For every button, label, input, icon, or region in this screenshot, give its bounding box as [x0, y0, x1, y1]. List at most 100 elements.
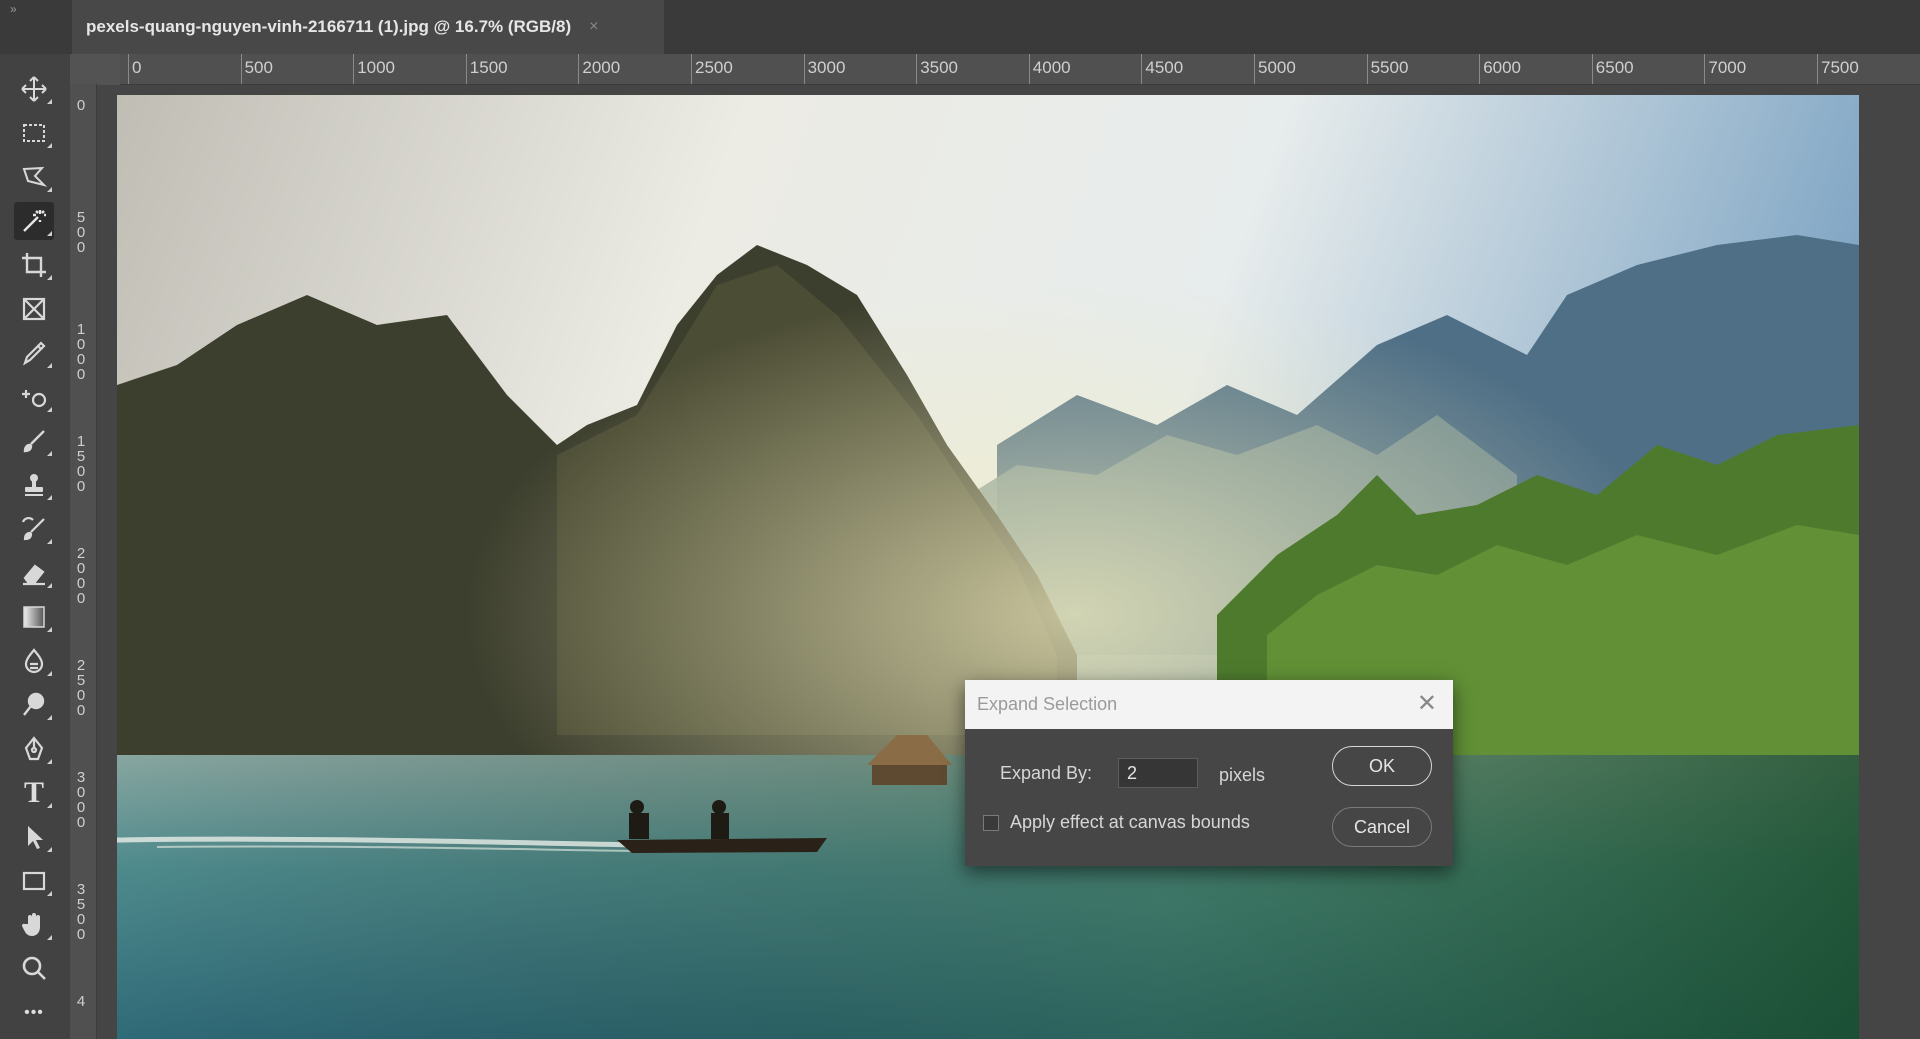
frame-icon	[22, 297, 46, 321]
dodge-tool[interactable]	[14, 686, 54, 724]
ruler-label: 500	[244, 58, 273, 77]
unit-label: pixels	[1219, 765, 1266, 785]
pen-icon	[24, 736, 44, 761]
ruler-label: 500	[76, 209, 86, 256]
stamp-icon	[25, 474, 43, 496]
gradient-tool[interactable]	[14, 598, 54, 636]
ruler-label: 7000	[1708, 58, 1747, 77]
hand-icon	[21, 913, 40, 936]
frame-tool[interactable]	[14, 290, 54, 328]
ruler-tick	[1817, 54, 1818, 84]
ruler-tick	[1591, 54, 1593, 84]
crop-icon	[22, 253, 46, 277]
magic-wand-icon	[23, 210, 46, 232]
tools-panel: T •••	[0, 54, 70, 1039]
ruler-label: 1500	[76, 433, 86, 495]
collapse-panel-icon[interactable]: »	[10, 2, 17, 16]
dodge-icon	[23, 692, 45, 716]
rectangle-tool[interactable]	[14, 862, 54, 900]
canvas-area[interactable]	[97, 85, 1920, 1039]
ruler-tick	[465, 54, 467, 84]
horizontal-ruler[interactable]: 0 500 1000 1500 2000 2500 3000 3500 4000 4500 5000…	[120, 54, 1920, 85]
ruler-tick	[1028, 54, 1030, 84]
ruler-label: 4000	[1032, 58, 1071, 77]
type-tool[interactable]: T	[14, 774, 54, 812]
edit-toolbar-button[interactable]: •••	[14, 994, 54, 1032]
ruler-tick	[1704, 54, 1706, 84]
ruler-tick	[240, 54, 242, 84]
close-tab-icon[interactable]: ×	[589, 18, 598, 36]
ruler-tick	[353, 54, 355, 84]
path-selection-tool[interactable]	[14, 818, 54, 856]
pen-tool[interactable]	[14, 730, 54, 768]
ruler-label: 5000	[1258, 58, 1296, 77]
type-icon: T	[23, 776, 44, 809]
ruler-label: 2000	[76, 545, 86, 607]
expand-by-label: Expand By:	[1000, 763, 1093, 783]
document-tab[interactable]: pexels-quang-nguyen-vinh-2166711 (1).jpg…	[72, 0, 664, 54]
blur-tool[interactable]	[14, 642, 54, 680]
more-icon: •••	[24, 1004, 44, 1021]
canvas-bounds-label[interactable]: Apply effect at canvas bounds	[1010, 812, 1250, 833]
crop-tool[interactable]	[14, 246, 54, 284]
history-brush-icon	[21, 517, 45, 541]
document-tab-bar: » pexels-quang-nguyen-vinh-2166711 (1).j…	[0, 0, 1920, 54]
ruler-label: 1000	[76, 321, 86, 383]
vertical-ruler[interactable]: 0 500 1000 1500 2000 2500 3000 3500 4	[70, 84, 97, 1039]
ruler-tick	[128, 54, 129, 84]
eraser-icon	[23, 564, 45, 586]
ruler-label: 6500	[1595, 58, 1634, 77]
brush-tool[interactable]	[14, 422, 54, 460]
blur-icon	[24, 648, 44, 674]
ruler-tick	[916, 54, 918, 84]
ruler-label: 2500	[695, 58, 733, 77]
ruler-label: 2500	[76, 657, 86, 719]
ruler-label: 3500	[76, 881, 86, 943]
rectangular-marquee-tool[interactable]	[14, 114, 54, 152]
zoom-tool[interactable]	[14, 950, 54, 988]
ruler-tick	[1366, 54, 1368, 84]
ruler-label: 4	[76, 993, 86, 1010]
ruler-label: 4500	[1145, 58, 1184, 77]
ruler-label: 5500	[1370, 58, 1409, 77]
arrow-icon	[28, 826, 43, 849]
expand-selection-dialog: Expand Selection ✕ Expand By: pixels App…	[965, 680, 1453, 866]
ruler-label: 0	[76, 97, 86, 114]
canvas-bounds-checkbox[interactable]	[983, 815, 999, 831]
ruler-label: 1000	[357, 58, 396, 77]
marquee-icon	[23, 124, 45, 142]
dialog-title: Expand Selection	[977, 694, 1118, 714]
hand-tool[interactable]	[14, 906, 54, 944]
eraser-tool[interactable]	[14, 554, 54, 592]
dialog-titlebar[interactable]: Expand Selection ✕	[965, 680, 1453, 729]
document-tab-title: pexels-quang-nguyen-vinh-2166711 (1).jpg…	[86, 17, 572, 36]
history-brush-tool[interactable]	[14, 510, 54, 548]
ruler-tick	[1141, 54, 1143, 84]
ruler-label: 1500	[469, 58, 508, 77]
move-icon	[21, 76, 47, 102]
document-image	[117, 95, 1859, 1039]
cancel-button[interactable]: Cancel	[1332, 807, 1432, 847]
expand-by-input[interactable]	[1118, 758, 1198, 788]
polygonal-lasso-icon	[22, 166, 48, 187]
ok-button[interactable]: OK	[1332, 746, 1432, 786]
spot-healing-tool[interactable]	[14, 378, 54, 416]
close-icon[interactable]: ✕	[1417, 692, 1437, 716]
zoom-icon	[22, 956, 46, 980]
ruler-label: 3500	[920, 58, 959, 77]
ruler-tick	[578, 54, 580, 84]
gradient-icon	[23, 606, 45, 628]
clone-stamp-tool[interactable]	[14, 466, 54, 504]
ruler-tick	[1479, 54, 1481, 84]
rectangle-icon	[22, 871, 46, 891]
lasso-tool[interactable]	[14, 158, 54, 196]
ruler-label: 0	[132, 58, 142, 77]
ruler-label: 7500	[1821, 58, 1859, 77]
healing-icon	[22, 390, 47, 408]
ruler-label: 6000	[1483, 58, 1522, 77]
magic-wand-tool[interactable]	[14, 202, 54, 240]
move-tool[interactable]	[14, 70, 54, 108]
eyedropper-tool[interactable]	[14, 334, 54, 372]
eyedropper-icon	[23, 341, 46, 366]
ruler-tick	[691, 54, 692, 84]
